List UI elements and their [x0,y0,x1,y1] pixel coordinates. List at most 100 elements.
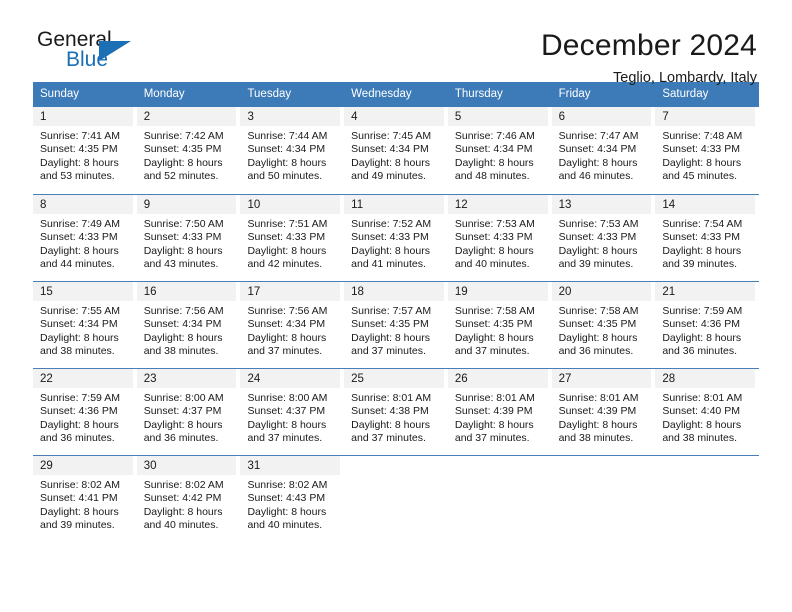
day-daylight2-text: and 37 minutes. [247,345,323,358]
day-cell[interactable]: 9 Sunrise: 7:50 AM Sunset: 4:33 PM Daylight… [136,195,241,281]
day-cell[interactable]: 31 Sunrise: 8:02 AM Sunset: 4:43 PM Dayligh… [240,456,344,542]
week-row: 22 Sunrise: 7:59 AM Sunset: 4:36 PM Dayligh… [33,368,759,455]
day-number: 27 [551,369,652,388]
page-header: General Blue December 2024 Teglio, Lomba… [33,0,759,86]
day-details: Sunrise: 7:51 AM Sunset: 4:33 PM Daylight:… [240,214,340,272]
day-sunset-text: Sunset: 4:35 PM [558,318,637,331]
day-cell[interactable]: 22 Sunrise: 7:59 AM Sunset: 4:36 PM Dayligh… [33,369,137,455]
day-cell[interactable]: 2 Sunrise: 7:42 AM Sunset: 4:35 PM Daylight… [136,107,241,194]
day-sunset-text: Sunset: 4:33 PM [351,231,429,244]
day-daylight1-text: Daylight: 8 hours [662,331,742,344]
day-daylight2-text: and 39 minutes. [40,519,115,532]
day-number: 11 [344,195,444,214]
day-daylight1-text: Daylight: 8 hours [40,418,119,431]
weekday-header-friday: Friday [558,88,591,100]
general-blue-logo[interactable]: General Blue [33,28,153,80]
day-details: Sunrise: 8:02 AM Sunset: 4:43 PM Daylight:… [240,475,340,533]
day-cell[interactable]: 26 Sunrise: 8:01 AM Sunset: 4:39 PM Dayligh… [447,369,552,455]
day-daylight1-text: Daylight: 8 hours [558,156,638,169]
day-cell[interactable]: 10 Sunrise: 7:51 AM Sunset: 4:33 PM Dayligh… [240,195,344,281]
day-number: 21 [655,282,756,301]
day-daylight2-text: and 45 minutes. [662,170,738,183]
day-daylight1-text: Daylight: 8 hours [351,331,430,344]
day-sunrise-text: Sunrise: 8:00 AM [143,392,224,404]
day-sunset-text: Sunset: 4:34 PM [247,318,326,331]
day-details: Sunrise: 7:56 AM Sunset: 4:34 PM Daylight:… [240,301,340,359]
day-number [551,456,652,475]
day-cell[interactable]: 24 Sunrise: 8:00 AM Sunset: 4:37 PM Dayligh… [240,369,344,455]
day-cell[interactable]: 13 Sunrise: 7:53 AM Sunset: 4:33 PM Dayligh… [551,195,656,281]
day-daylight2-text: and 44 minutes. [40,258,115,271]
day-sunset-text: Sunset: 4:33 PM [454,231,533,244]
day-cell[interactable]: 15 Sunrise: 7:55 AM Sunset: 4:34 PM Dayligh… [33,282,137,368]
day-sunset-text: Sunset: 4:38 PM [351,405,429,418]
day-sunset-text: Sunset: 4:37 PM [247,405,326,418]
calendar-weeks: 1 Sunrise: 7:41 AM Sunset: 4:35 PM Daylight… [33,107,759,542]
day-daylight2-text: and 38 minutes. [662,432,738,445]
day-sunset-text: Sunset: 4:35 PM [351,318,429,331]
calendar-grid: Sunday Monday Tuesday Wednesday Thursday Frid… [33,82,759,542]
day-cell[interactable]: 23 Sunrise: 8:00 AM Sunset: 4:37 PM Dayligh… [136,369,241,455]
day-daylight2-text: and 37 minutes. [351,345,426,358]
week-row: 1 Sunrise: 7:41 AM Sunset: 4:35 PM Daylight… [33,107,759,194]
day-sunrise-text: Sunrise: 7:56 AM [247,305,328,317]
day-daylight2-text: and 52 minutes. [143,170,219,183]
day-daylight2-text: and 41 minutes. [351,258,426,271]
day-number [344,456,444,475]
day-cell[interactable]: 1 Sunrise: 7:41 AM Sunset: 4:35 PM Daylight… [33,107,137,194]
day-cell[interactable]: 28 Sunrise: 8:01 AM Sunset: 4:40 PM Dayligh… [655,369,759,455]
day-sunset-text: Sunset: 4:39 PM [558,405,637,418]
day-number: 5 [447,107,548,126]
day-daylight1-text: Daylight: 8 hours [143,156,223,169]
day-daylight1-text: Daylight: 8 hours [40,156,119,169]
day-daylight1-text: Daylight: 8 hours [143,331,223,344]
day-daylight1-text: Daylight: 8 hours [40,331,119,344]
day-number: 26 [447,369,548,388]
day-sunset-text: Sunset: 4:34 PM [558,143,637,156]
day-number: 7 [655,107,756,126]
weekday-header-sunday: Sunday [40,88,80,100]
day-details: Sunrise: 7:54 AM Sunset: 4:33 PM Daylight:… [655,214,755,272]
day-sunrise-text: Sunrise: 7:49 AM [40,218,120,230]
day-sunset-text: Sunset: 4:35 PM [143,143,222,156]
day-cell[interactable]: 29 Sunrise: 8:02 AM Sunset: 4:41 PM Dayligh… [33,456,137,542]
title-block: December 2024 Teglio, Lombardy, Italy [541,28,759,89]
week-row: 15 Sunrise: 7:55 AM Sunset: 4:34 PM Dayligh… [33,281,759,368]
day-cell[interactable]: 12 Sunrise: 7:53 AM Sunset: 4:33 PM Dayligh… [447,195,552,281]
day-cell[interactable]: 14 Sunrise: 7:54 AM Sunset: 4:33 PM Dayligh… [655,195,759,281]
day-number: 13 [551,195,652,214]
day-number: 29 [33,456,133,475]
day-cell[interactable]: 18 Sunrise: 7:57 AM Sunset: 4:35 PM Dayligh… [344,282,448,368]
day-sunrise-text: Sunrise: 7:59 AM [662,305,743,317]
day-sunrise-text: Sunrise: 7:42 AM [143,130,224,142]
day-daylight1-text: Daylight: 8 hours [454,244,534,257]
day-cell[interactable]: 25 Sunrise: 8:01 AM Sunset: 4:38 PM Dayligh… [344,369,448,455]
day-sunset-text: Sunset: 4:34 PM [454,143,533,156]
day-sunset-text: Sunset: 4:36 PM [40,405,118,418]
day-cell[interactable]: 4 Sunrise: 7:45 AM Sunset: 4:34 PM Daylight… [344,107,448,194]
day-number: 23 [136,369,237,388]
day-cell[interactable]: 19 Sunrise: 7:58 AM Sunset: 4:35 PM Dayligh… [447,282,552,368]
day-cell[interactable]: 21 Sunrise: 7:59 AM Sunset: 4:36 PM Dayligh… [655,282,759,368]
day-cell[interactable]: 16 Sunrise: 7:56 AM Sunset: 4:34 PM Dayligh… [136,282,241,368]
day-sunrise-text: Sunrise: 7:55 AM [40,305,120,317]
day-cell[interactable]: 27 Sunrise: 8:01 AM Sunset: 4:39 PM Dayligh… [551,369,656,455]
day-cell[interactable]: 6 Sunrise: 7:47 AM Sunset: 4:34 PM Daylight… [551,107,656,194]
day-cell[interactable]: 17 Sunrise: 7:56 AM Sunset: 4:34 PM Dayligh… [240,282,344,368]
calendar-page: General Blue December 2024 Teglio, Lomba… [0,0,792,612]
day-details: Sunrise: 8:00 AM Sunset: 4:37 PM Daylight:… [137,388,237,446]
day-number: 20 [551,282,652,301]
day-cell[interactable]: 11 Sunrise: 7:52 AM Sunset: 4:33 PM Dayligh… [344,195,448,281]
day-cell[interactable]: 5 Sunrise: 7:46 AM Sunset: 4:34 PM Daylight… [447,107,552,194]
day-sunset-text: Sunset: 4:40 PM [662,405,740,418]
day-sunset-text: Sunset: 4:33 PM [40,231,118,244]
day-details: Sunrise: 8:01 AM Sunset: 4:39 PM Daylight:… [448,388,548,446]
day-cell[interactable]: 20 Sunrise: 7:58 AM Sunset: 4:35 PM Dayligh… [551,282,656,368]
day-cell[interactable]: 8 Sunrise: 7:49 AM Sunset: 4:33 PM Daylight… [33,195,137,281]
day-cell[interactable]: 3 Sunrise: 7:44 AM Sunset: 4:34 PM Daylight… [240,107,344,194]
day-cell[interactable]: 7 Sunrise: 7:48 AM Sunset: 4:33 PM Daylight… [655,107,759,194]
day-details [655,475,755,479]
day-sunrise-text: Sunrise: 7:59 AM [40,392,120,404]
day-cell[interactable]: 30 Sunrise: 8:02 AM Sunset: 4:42 PM Dayligh… [136,456,241,542]
day-details: Sunrise: 7:48 AM Sunset: 4:33 PM Daylight:… [655,126,755,184]
